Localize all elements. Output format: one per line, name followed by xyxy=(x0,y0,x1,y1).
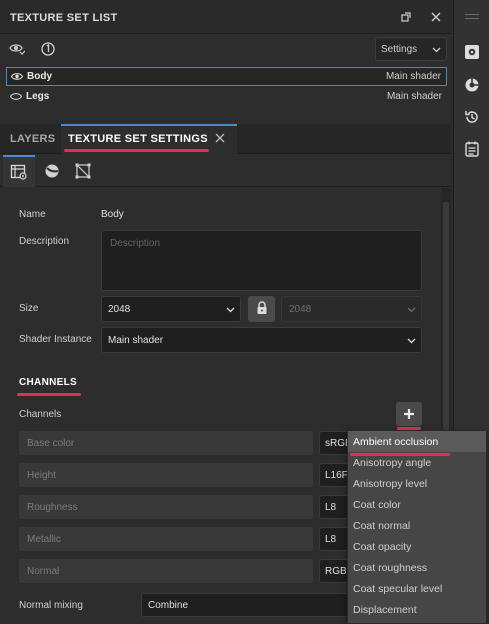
tab-close-icon[interactable] xyxy=(215,133,225,146)
channel-name: Metallic xyxy=(27,534,61,545)
mesh-uv-icon[interactable] xyxy=(67,155,99,187)
log-icon[interactable] xyxy=(462,139,482,159)
menu-item-coat-opacity[interactable]: Coat opacity xyxy=(348,536,486,557)
channel-row[interactable]: Base color xyxy=(19,431,313,455)
info-icon[interactable] xyxy=(39,40,57,58)
add-channel-button[interactable] xyxy=(396,402,422,426)
description-field[interactable]: Description xyxy=(101,230,422,291)
channel-row[interactable]: Height xyxy=(19,463,313,487)
channel-format: L16F xyxy=(325,470,348,481)
shader-instance-value: Main shader xyxy=(108,335,164,346)
settings-dropdown-label: Settings xyxy=(381,44,418,55)
scrollbar-thumb[interactable] xyxy=(443,202,449,452)
texture-set-name: Body xyxy=(27,71,52,82)
texture-set-properties-icon[interactable] xyxy=(3,155,35,187)
name-value: Body xyxy=(101,209,124,220)
description-label: Description xyxy=(19,236,70,247)
texture-set-list-title: TEXTURE SET LIST xyxy=(10,12,118,24)
channels-section-title: CHANNELS xyxy=(19,377,77,388)
channel-format: L8 xyxy=(325,534,337,545)
history-icon[interactable] xyxy=(462,107,482,127)
menu-item-displacement[interactable]: Displacement xyxy=(348,599,486,620)
channel-name: Height xyxy=(27,470,56,481)
annotation-underline xyxy=(17,393,81,396)
material-ball-icon[interactable] xyxy=(36,155,68,187)
lock-size-button[interactable] xyxy=(248,296,275,322)
chevron-down-icon xyxy=(407,336,416,347)
channels-label: Channels xyxy=(19,409,62,420)
channel-name: Base color xyxy=(27,438,75,449)
undock-icon[interactable] xyxy=(398,9,414,25)
tab-layers[interactable]: LAYERS xyxy=(10,124,55,154)
size-dropdown[interactable]: 2048 xyxy=(101,296,241,322)
eye-off-icon[interactable] xyxy=(9,92,23,104)
channel-format: L8 xyxy=(325,502,337,513)
normal-mixing-value: Combine xyxy=(148,600,189,611)
channel-name: Roughness xyxy=(27,502,78,513)
size-dropdown-locked: 2048 xyxy=(281,296,422,322)
eye-icon[interactable] xyxy=(10,72,24,84)
texture-set-shader: Main shader xyxy=(386,91,442,102)
grip-icon[interactable] xyxy=(465,14,479,24)
settings-dropdown[interactable]: Settings xyxy=(375,37,447,61)
channel-row[interactable]: Roughness xyxy=(19,495,313,519)
texture-set-row-legs[interactable]: Legs Main shader xyxy=(6,88,447,107)
menu-item-coat-color[interactable]: Coat color xyxy=(348,494,486,515)
channel-row[interactable]: Normal xyxy=(19,559,313,583)
menu-item-ambient-occlusion[interactable]: Ambient occlusion xyxy=(348,431,486,452)
menu-item-coat-roughness[interactable]: Coat roughness xyxy=(348,557,486,578)
visibility-settings-icon[interactable] xyxy=(8,40,26,58)
menu-item-anisotropy-level[interactable]: Anisotropy level xyxy=(348,473,486,494)
texture-set-row-body[interactable]: Body Main shader xyxy=(6,67,447,86)
lock-icon xyxy=(256,300,268,318)
size-value: 2048 xyxy=(108,304,131,315)
description-placeholder: Description xyxy=(110,238,161,249)
texture-set-shader: Main shader xyxy=(385,71,441,82)
plus-icon xyxy=(403,404,415,425)
shader-instance-label: Shader Instance xyxy=(19,334,92,345)
size-value-locked: 2048 xyxy=(289,304,312,315)
annotation-underline xyxy=(64,149,209,152)
display-settings-icon[interactable] xyxy=(462,75,482,95)
channel-name: Normal xyxy=(27,566,60,577)
menu-item-coat-normal[interactable]: Coat normal xyxy=(348,515,486,536)
chevron-down-icon xyxy=(226,305,235,316)
name-label: Name xyxy=(19,209,46,220)
normal-mixing-dropdown[interactable]: Combine xyxy=(141,593,361,617)
channel-row[interactable]: Metallic xyxy=(19,527,313,551)
close-icon[interactable] xyxy=(428,9,444,25)
texture-set-name: Legs xyxy=(26,91,50,102)
chevron-down-icon xyxy=(432,45,441,56)
chevron-down-icon xyxy=(407,305,416,316)
normal-mixing-label: Normal mixing xyxy=(19,600,83,611)
texture-set-settings-dock-icon[interactable] xyxy=(462,42,482,62)
size-label: Size xyxy=(19,303,39,314)
shader-instance-dropdown[interactable]: Main shader xyxy=(101,327,422,353)
annotation-underline xyxy=(350,453,450,456)
add-channel-menu: Ambient occlusion Anisotropy angle Aniso… xyxy=(347,430,487,624)
menu-item-coat-specular-level[interactable]: Coat specular level xyxy=(348,578,486,599)
texture-set-list-header: TEXTURE SET LIST xyxy=(0,0,451,34)
settings-subtabs xyxy=(0,155,451,187)
